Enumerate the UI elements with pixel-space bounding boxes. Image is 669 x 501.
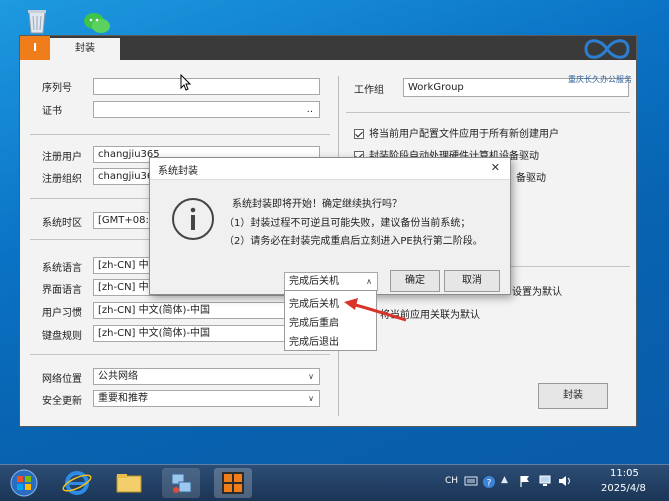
keyboard-icon[interactable] — [464, 475, 478, 487]
clock-date[interactable]: 2025/4/8 — [601, 483, 646, 494]
workgroup-label: 工作组 — [354, 85, 384, 96]
network-select[interactable]: 公共网络 ∨ — [93, 368, 320, 385]
taskbar: CH ? ▲ 11:05 2025/4/8 — [0, 464, 669, 501]
wechat-icon[interactable] — [82, 8, 112, 38]
title-bar: I 封装 — [20, 36, 636, 60]
user-locale-label: 用户习惯 — [42, 308, 82, 319]
ui-lang-label: 界面语言 — [42, 285, 82, 296]
completion-action-value: 完成后关机 — [289, 276, 339, 287]
separator — [346, 112, 630, 113]
cert-input[interactable]: .. — [93, 101, 320, 118]
reg-user-label: 注册用户 — [42, 152, 82, 163]
svg-text:?: ? — [487, 479, 492, 489]
file-explorer-icon[interactable] — [110, 468, 148, 498]
option-shutdown[interactable]: 完成后关机 — [289, 295, 339, 310]
start-button[interactable] — [4, 468, 44, 498]
update-select[interactable]: 重要和推荐 ∨ — [93, 390, 320, 407]
ok-button[interactable]: 确定 — [390, 270, 440, 292]
red-arrow-annotation — [340, 296, 410, 326]
app-icon: I — [20, 36, 50, 60]
serial-input[interactable] — [93, 78, 320, 95]
ime-indicator[interactable]: CH — [445, 476, 458, 486]
update-label: 安全更新 — [42, 396, 82, 407]
dialog-note-1: （1）封装过程不可逆且可能失败，建议备份当前系统； — [224, 218, 471, 229]
help-icon[interactable]: ? — [482, 475, 496, 489]
timezone-label: 系统时区 — [42, 218, 82, 229]
tab-seal[interactable]: 封装 — [50, 38, 120, 60]
watermark-text: 重庆长久办公服务 — [568, 75, 632, 84]
dialog-title: 系统封装 — [158, 166, 198, 177]
network-status-icon[interactable] — [538, 474, 552, 488]
seal-tool-taskbar-icon[interactable] — [214, 468, 252, 498]
ie-browser-icon[interactable] — [58, 468, 96, 498]
update-value: 重要和推荐 — [98, 393, 148, 404]
option-apply-profile[interactable]: 将当前用户配置文件应用于所有新创建用户 — [354, 125, 559, 140]
reg-org-label: 注册组织 — [42, 174, 82, 185]
keyboard-label: 键盘规则 — [42, 331, 82, 342]
close-icon[interactable]: ✕ — [491, 161, 500, 174]
separator — [30, 354, 330, 355]
chevron-down-icon: ∨ — [308, 394, 314, 403]
network-app-icon[interactable] — [162, 468, 200, 498]
seal-button[interactable]: 封装 — [538, 383, 608, 409]
chevron-up-icon[interactable]: ▲ — [501, 475, 508, 485]
sys-lang-label: 系统语言 — [42, 263, 82, 274]
cancel-button[interactable]: 取消 — [444, 270, 500, 292]
dialog-message: 系统封装即将开始！确定继续执行吗？ — [232, 199, 402, 210]
flag-icon[interactable] — [518, 474, 532, 488]
clock-time[interactable]: 11:05 — [610, 468, 639, 479]
completion-action-select[interactable]: 完成后关机 ∧ — [284, 272, 378, 291]
info-icon — [170, 196, 216, 242]
serial-label: 序列号 — [42, 83, 72, 94]
infinity-logo-icon — [572, 32, 642, 66]
cert-label: 证书 — [42, 106, 62, 117]
network-label: 网络位置 — [42, 374, 82, 385]
option-set-default-partial: 设置为默认 — [512, 287, 562, 298]
mouse-cursor-icon — [180, 73, 192, 95]
checkbox[interactable] — [354, 129, 364, 139]
volume-icon[interactable] — [557, 474, 573, 488]
dialog-note-2: （2）请务必在封装完成重启后立刻进入PE执行第二阶段。 — [224, 236, 483, 247]
dialog-title-bar: 系统封装 ✕ — [150, 158, 510, 180]
option-restart[interactable]: 完成后重启 — [289, 314, 339, 329]
option-driver-partial: 备驱动 — [516, 173, 546, 184]
chevron-up-icon: ∧ — [366, 277, 372, 286]
recycle-bin-icon[interactable] — [22, 6, 52, 36]
option-exit[interactable]: 完成后退出 — [289, 333, 339, 348]
network-value: 公共网络 — [98, 371, 138, 382]
cert-browse-button[interactable]: .. — [307, 102, 313, 117]
separator — [30, 134, 330, 135]
chevron-down-icon: ∨ — [308, 372, 314, 381]
confirm-dialog: 系统封装 ✕ 系统封装即将开始！确定继续执行吗？ （1）封装过程不可逆且可能失败… — [149, 157, 511, 295]
